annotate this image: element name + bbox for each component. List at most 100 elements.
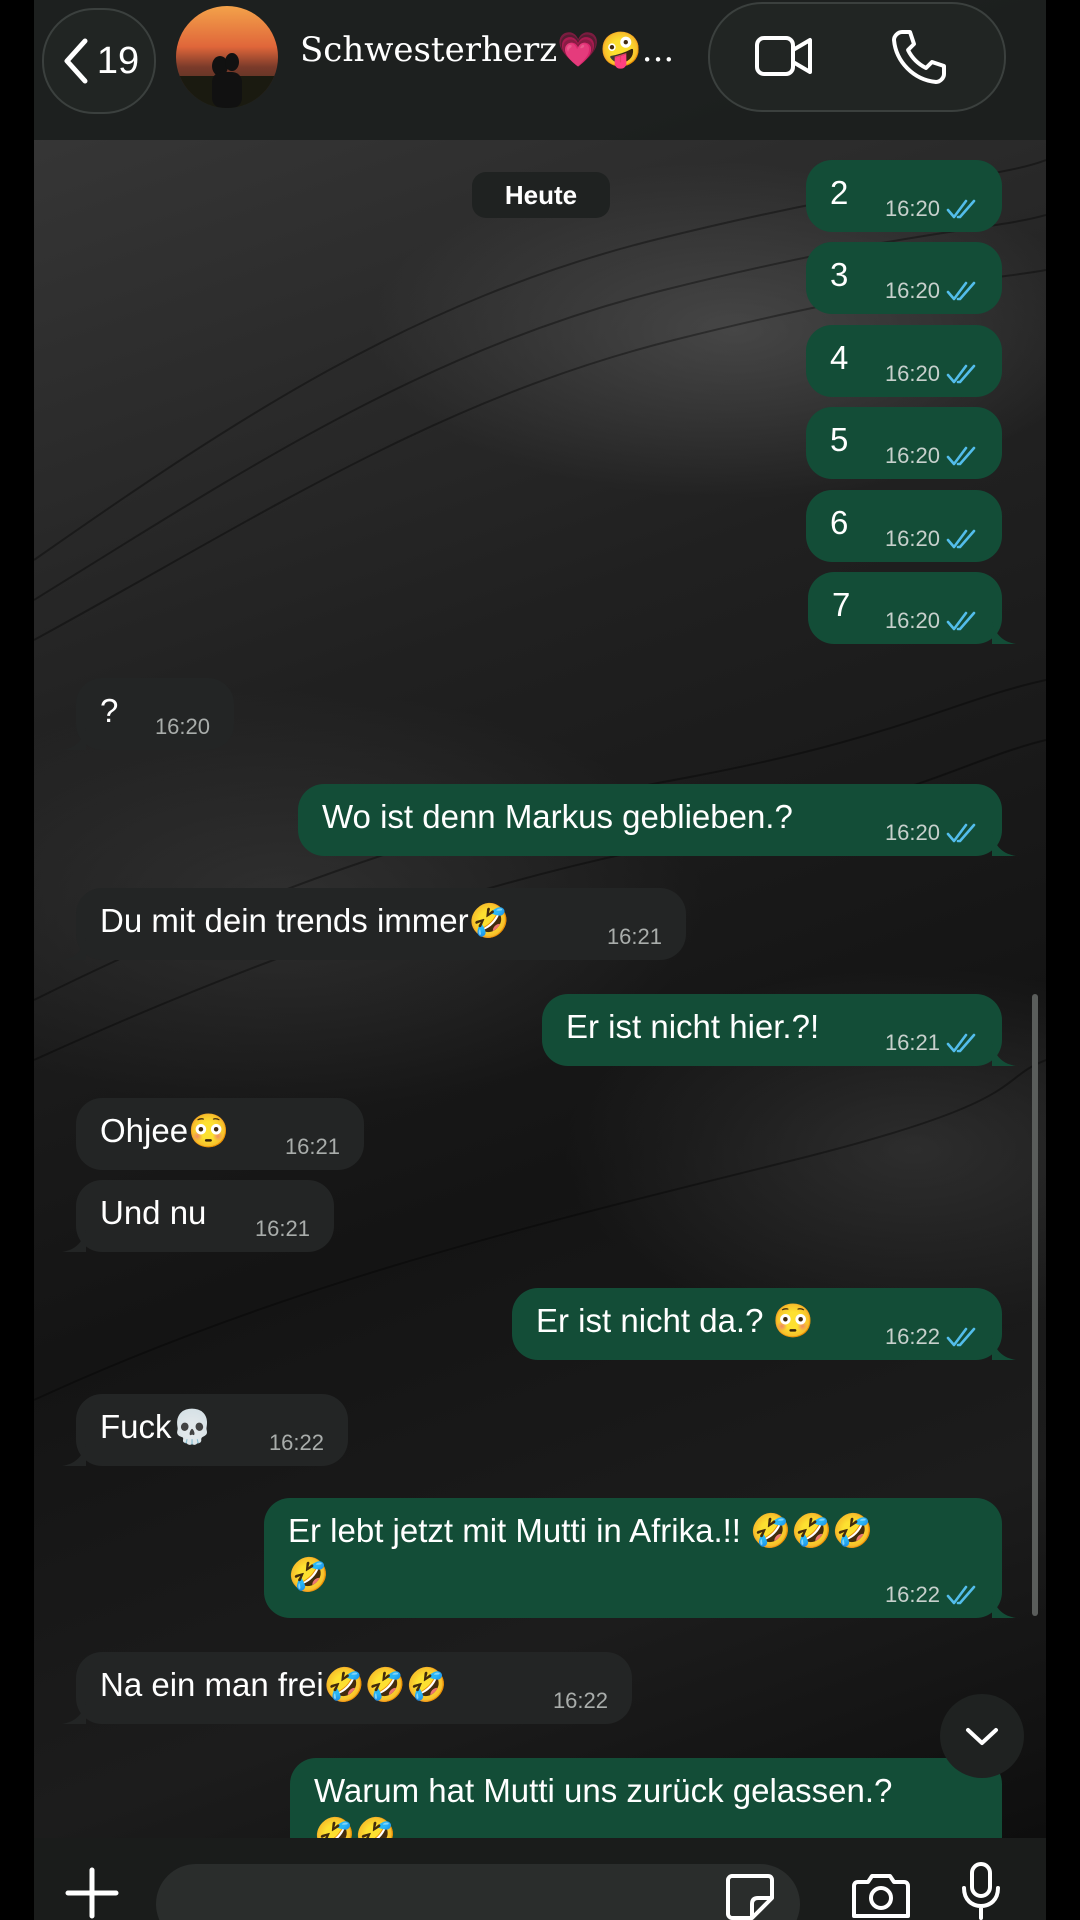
scrollbar[interactable] (1032, 994, 1038, 1616)
sticker-icon (726, 1874, 774, 1920)
message-meta: 16:22 (885, 1324, 978, 1350)
message-meta: 16:20 (885, 443, 978, 469)
message-text: Na ein man frei🤣🤣🤣 (100, 1666, 448, 1703)
outgoing-message[interactable]: 5 16:20 (806, 407, 1002, 479)
message-text: 2 (830, 174, 849, 211)
message-text: Und nu (100, 1194, 207, 1231)
bubble-tail (62, 938, 86, 960)
message-text: Er ist nicht hier.?! (566, 1008, 820, 1045)
bubble-tail (992, 834, 1016, 856)
message-text: 4 (830, 339, 849, 376)
message-meta: 16:21 (255, 1216, 310, 1242)
message-input[interactable] (156, 1864, 800, 1920)
message-meta: 16:20 (885, 526, 978, 552)
contact-avatar[interactable] (176, 6, 278, 108)
camera-button[interactable] (850, 1872, 912, 1920)
outgoing-message[interactable]: Er ist nicht da.? 😳 16:22 (512, 1288, 1016, 1360)
message-time: 16:21 (284, 1134, 340, 1159)
message-meta: 16:20 (885, 196, 978, 222)
outgoing-message[interactable]: Er lebt jetzt mit Mutti in Afrika.!! 🤣🤣🤣… (264, 1498, 1016, 1618)
avatar-photo (176, 53, 278, 108)
message-text: ? (100, 692, 119, 729)
bubble-tail (62, 1702, 86, 1724)
outgoing-message[interactable]: 2 16:20 (806, 160, 1002, 232)
plus-icon (65, 1867, 119, 1919)
double-check-icon (946, 1585, 976, 1605)
video-call-icon (755, 36, 812, 76)
message-time: 16:22 (884, 1582, 940, 1607)
date-separator: Heute (472, 172, 610, 218)
message-text: Fuck💀 (100, 1408, 213, 1445)
chat-screen: 19 Schwesterherz💗🤪... Heute 2 16:20 3 16:20… (0, 0, 1080, 1920)
message-meta: 16:20 (155, 714, 210, 740)
double-check-icon (946, 199, 976, 219)
double-check-icon (946, 1033, 976, 1053)
message-text: Du mit dein trends immer🤣 (100, 902, 510, 939)
outgoing-message[interactable]: 3 16:20 (806, 242, 1002, 314)
message-time: 16:20 (884, 278, 940, 303)
message-meta: 16:20 (885, 820, 978, 846)
incoming-message[interactable]: Du mit dein trends immer🤣 16:21 (62, 888, 686, 960)
microphone-icon (962, 1862, 1000, 1920)
message-text: 5 (830, 421, 849, 458)
outgoing-message[interactable]: 6 16:20 (806, 490, 1002, 562)
double-check-icon (946, 281, 976, 301)
outgoing-message[interactable]: 4 16:20 (806, 325, 1002, 397)
microphone-button[interactable] (960, 1862, 1002, 1920)
chevron-left-icon (64, 38, 88, 84)
message-text: Er ist nicht da.? 😳 (536, 1302, 814, 1339)
phone-icon (892, 30, 946, 84)
message-time: 16:20 (884, 196, 940, 221)
message-time: 16:20 (884, 526, 940, 551)
incoming-message[interactable]: ? 16:20 (62, 678, 234, 750)
bubble-tail (62, 728, 86, 750)
outgoing-message[interactable]: Wo ist denn Markus geblieben.? 16:20 (298, 784, 1016, 856)
message-time: 16:20 (884, 361, 940, 386)
message-time: 16:20 (884, 608, 940, 633)
video-call-button[interactable] (754, 28, 814, 84)
message-time: 16:21 (254, 1216, 310, 1241)
double-check-icon (946, 1327, 976, 1347)
message-meta: 16:20 (885, 278, 978, 304)
chevron-down-icon (966, 1728, 998, 1745)
message-time: 16:22 (268, 1430, 324, 1455)
voice-call-button[interactable] (888, 26, 948, 86)
double-check-icon (946, 446, 976, 466)
message-time: 16:21 (606, 924, 662, 949)
scroll-to-bottom-button[interactable] (940, 1694, 1024, 1778)
double-check-icon (946, 823, 976, 843)
incoming-message[interactable]: Fuck💀 16:22 (62, 1394, 348, 1466)
message-text: 3 (830, 256, 849, 293)
bubble-tail (992, 1338, 1016, 1360)
message-meta: 16:22 (885, 1582, 978, 1608)
attach-button[interactable] (64, 1866, 120, 1920)
message-time: 16:20 (884, 820, 940, 845)
message-text: Ohjee😳 (100, 1112, 230, 1149)
bubble-tail (62, 1230, 86, 1252)
message-meta: 16:21 (885, 1030, 978, 1056)
message-text: 7 (832, 586, 851, 623)
message-text: Wo ist denn Markus geblieben.? (322, 798, 793, 835)
message-meta: 16:22 (269, 1430, 324, 1456)
call-actions (708, 2, 1006, 112)
message-text: Er lebt jetzt mit Mutti in Afrika.!! 🤣🤣🤣 (288, 1512, 874, 1549)
bubble-tail (992, 622, 1016, 644)
message-meta: 16:20 (885, 608, 978, 634)
outgoing-message[interactable]: 7 16:20 (808, 572, 1016, 644)
message-meta: 16:21 (285, 1134, 340, 1160)
incoming-message[interactable]: Ohjee😳 16:21 (76, 1098, 364, 1170)
outgoing-message[interactable]: Er ist nicht hier.?! 16:21 (542, 994, 1016, 1066)
contact-name[interactable]: Schwesterherz💗🤪... (300, 30, 674, 70)
message-time: 16:20 (884, 443, 940, 468)
sticker-button[interactable] (724, 1872, 776, 1920)
incoming-message[interactable]: Na ein man frei🤣🤣🤣 16:22 (62, 1652, 632, 1724)
bubble-tail (992, 1044, 1016, 1066)
message-meta: 16:20 (885, 361, 978, 387)
bubble-tail (62, 1444, 86, 1466)
incoming-message[interactable]: Und nu 16:21 (62, 1180, 334, 1252)
message-meta: 16:21 (607, 924, 662, 950)
double-check-icon (946, 611, 976, 631)
message-time: 16:22 (552, 1688, 608, 1713)
double-check-icon (946, 529, 976, 549)
back-button[interactable]: 19 (42, 8, 156, 114)
